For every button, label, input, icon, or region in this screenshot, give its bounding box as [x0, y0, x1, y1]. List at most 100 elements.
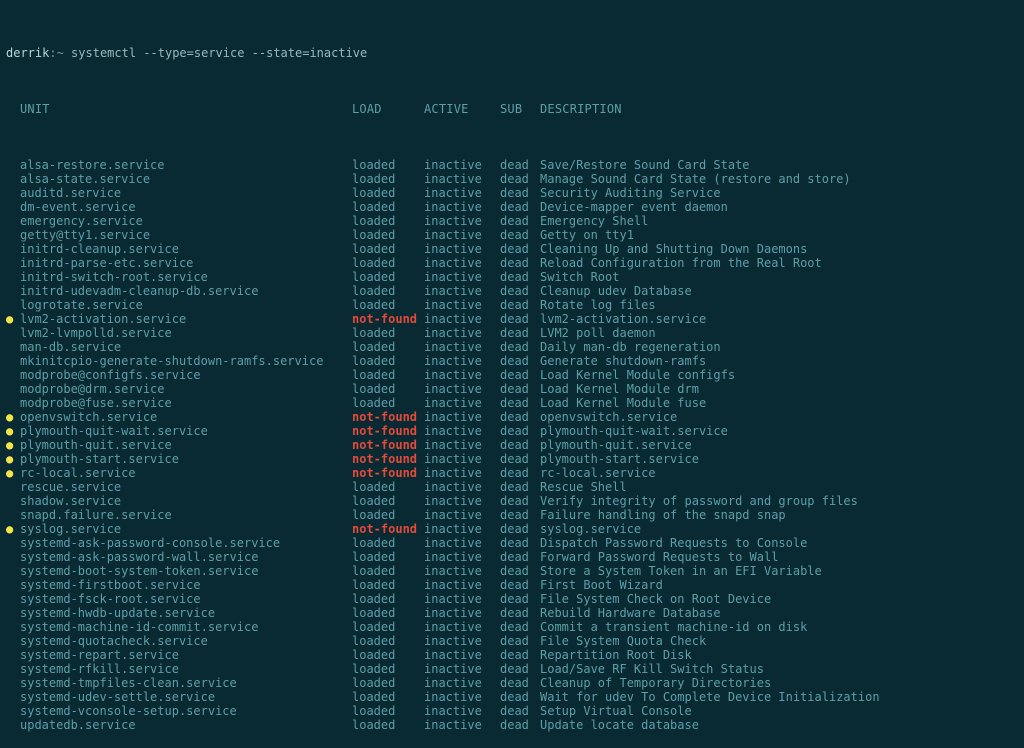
description: Load/Save RF Kill Switch Status	[540, 662, 764, 676]
active-state: inactive	[424, 508, 500, 522]
description: Failure handling of the snapd snap	[540, 508, 786, 522]
description: First Boot Wizard	[540, 578, 663, 592]
load-state: loaded	[352, 340, 424, 354]
load-state: loaded	[352, 704, 424, 718]
unit-name: plymouth-start.service	[20, 452, 352, 466]
sub-state: dead	[500, 256, 540, 270]
unit-name: systemd-ask-password-wall.service	[20, 550, 352, 564]
load-state: not-found	[352, 452, 424, 466]
sub-state: dead	[500, 676, 540, 690]
sub-state: dead	[500, 648, 540, 662]
service-row: alsa-state.serviceloadedinactivedeadMana…	[6, 172, 1018, 186]
active-state: inactive	[424, 326, 500, 340]
prompt-line: derrik:~ systemctl --type=service --stat…	[6, 46, 1018, 60]
service-row: ●plymouth-quit.servicenot-foundinactived…	[6, 438, 1018, 452]
active-state: inactive	[424, 480, 500, 494]
load-state: loaded	[352, 200, 424, 214]
active-state: inactive	[424, 494, 500, 508]
description: Save/Restore Sound Card State	[540, 158, 750, 172]
load-state: loaded	[352, 158, 424, 172]
unit-name: modprobe@fuse.service	[20, 396, 352, 410]
active-state: inactive	[424, 620, 500, 634]
active-state: inactive	[424, 564, 500, 578]
service-row: emergency.serviceloadedinactivedeadEmerg…	[6, 214, 1018, 228]
description: Verify integrity of password and group f…	[540, 494, 858, 508]
sub-state: dead	[500, 158, 540, 172]
description: Commit a transient machine-id on disk	[540, 620, 807, 634]
active-state: inactive	[424, 690, 500, 704]
sub-state: dead	[500, 578, 540, 592]
sub-state: dead	[500, 172, 540, 186]
active-state: inactive	[424, 214, 500, 228]
service-row: modprobe@drm.serviceloadedinactivedeadLo…	[6, 382, 1018, 396]
service-row: systemd-repart.serviceloadedinactivedead…	[6, 648, 1018, 662]
load-state: loaded	[352, 508, 424, 522]
description: Generate shutdown-ramfs	[540, 354, 706, 368]
bullet-icon	[6, 578, 20, 592]
bullet-icon	[6, 158, 20, 172]
active-state: inactive	[424, 592, 500, 606]
sub-state: dead	[500, 718, 540, 732]
bullet-icon	[6, 648, 20, 662]
sub-state: dead	[500, 606, 540, 620]
bullet-icon	[6, 662, 20, 676]
service-row: systemd-boot-system-token.serviceloadedi…	[6, 564, 1018, 578]
unit-name: initrd-parse-etc.service	[20, 256, 352, 270]
service-row: initrd-udevadm-cleanup-db.serviceloadedi…	[6, 284, 1018, 298]
active-state: inactive	[424, 396, 500, 410]
active-state: inactive	[424, 158, 500, 172]
sub-state: dead	[500, 228, 540, 242]
load-state: loaded	[352, 368, 424, 382]
service-row: systemd-quotacheck.serviceloadedinactive…	[6, 634, 1018, 648]
bullet-icon: ●	[6, 438, 20, 452]
load-state: loaded	[352, 270, 424, 284]
load-state: loaded	[352, 382, 424, 396]
load-state: loaded	[352, 592, 424, 606]
sub-state: dead	[500, 270, 540, 284]
unit-name: mkinitcpio-generate-shutdown-ramfs.servi…	[20, 354, 352, 368]
service-row: rescue.serviceloadedinactivedeadRescue S…	[6, 480, 1018, 494]
unit-name: systemd-fsck-root.service	[20, 592, 352, 606]
sub-state: dead	[500, 508, 540, 522]
service-row: ●rc-local.servicenot-foundinactivedeadrc…	[6, 466, 1018, 480]
description: Rotate log files	[540, 298, 656, 312]
unit-name: plymouth-quit.service	[20, 438, 352, 452]
active-state: inactive	[424, 536, 500, 550]
terminal-output[interactable]: derrik:~ systemctl --type=service --stat…	[0, 0, 1024, 748]
bullet-icon: ●	[6, 424, 20, 438]
active-state: inactive	[424, 200, 500, 214]
load-state: loaded	[352, 354, 424, 368]
load-state: loaded	[352, 536, 424, 550]
load-state: loaded	[352, 396, 424, 410]
description: Load Kernel Module fuse	[540, 396, 706, 410]
load-state: loaded	[352, 564, 424, 578]
sub-state: dead	[500, 662, 540, 676]
unit-name: systemd-udev-settle.service	[20, 690, 352, 704]
sub-state: dead	[500, 550, 540, 564]
sub-state: dead	[500, 410, 540, 424]
bullet-icon	[6, 536, 20, 550]
unit-name: systemd-rfkill.service	[20, 662, 352, 676]
sub-state: dead	[500, 214, 540, 228]
description: Repartition Root Disk	[540, 648, 692, 662]
unit-name: emergency.service	[20, 214, 352, 228]
active-state: inactive	[424, 270, 500, 284]
active-state: inactive	[424, 662, 500, 676]
sub-state: dead	[500, 634, 540, 648]
description: Switch Root	[540, 270, 619, 284]
service-row: ●openvswitch.servicenot-foundinactivedea…	[6, 410, 1018, 424]
unit-name: updatedb.service	[20, 718, 352, 732]
sub-state: dead	[500, 494, 540, 508]
sub-state: dead	[500, 298, 540, 312]
active-state: inactive	[424, 676, 500, 690]
command-text: systemctl --type=service --state=inactiv…	[71, 46, 367, 60]
bullet-icon	[6, 592, 20, 606]
load-state: loaded	[352, 284, 424, 298]
unit-name: lvm2-lvmpolld.service	[20, 326, 352, 340]
service-row: mkinitcpio-generate-shutdown-ramfs.servi…	[6, 354, 1018, 368]
active-state: inactive	[424, 368, 500, 382]
description: openvswitch.service	[540, 410, 677, 424]
prompt-sep: :~	[49, 46, 63, 60]
active-state: inactive	[424, 466, 500, 480]
sub-state: dead	[500, 452, 540, 466]
